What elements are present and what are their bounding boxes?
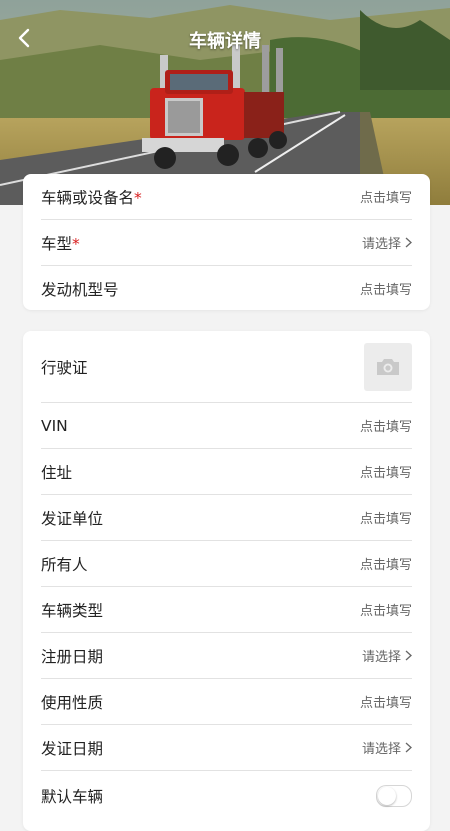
address-label: 住址 [41,463,73,482]
owner-input[interactable]: 点击填写 [360,554,412,573]
required-mark: * [72,234,80,253]
select-placeholder: 请选择 [361,237,401,252]
vehicle-type-row[interactable]: 车辆类型 点击填写 [41,587,412,633]
basic-info-card: 车辆或设备名* 点击填写 车型* 请选择 发动机型号 点击填写 [23,174,430,310]
default-vehicle-row: 默认车辆 [41,771,412,821]
required-mark: * [134,188,142,207]
vin-input[interactable]: 点击填写 [360,416,412,435]
address-input[interactable]: 点击填写 [360,462,412,481]
address-row[interactable]: 住址 点击填写 [41,449,412,495]
vehicle-name-label: 车辆或设备名* [41,186,142,208]
chevron-right-icon [405,650,412,661]
vin-label: VIN [41,416,68,435]
register-date-label: 注册日期 [41,647,104,666]
vin-row[interactable]: VIN 点击填写 [41,403,412,449]
select-placeholder: 请选择 [361,742,401,757]
default-vehicle-label: 默认车辆 [41,788,104,806]
select-placeholder: 请选择 [361,650,401,665]
page-title: 车辆详情 [189,31,261,52]
use-nature-input[interactable]: 点击填写 [360,692,412,711]
vehicle-name-input[interactable]: 点击填写 [360,187,412,206]
vehicle-type-label: 车辆类型 [41,601,104,620]
engine-model-row[interactable]: 发动机型号 点击填写 [41,266,412,311]
vehicle-model-label-text: 车型 [41,234,73,253]
camera-icon [377,358,399,375]
toggle-knob [378,787,396,805]
register-date-select[interactable]: 请选择 [362,646,412,665]
issuing-authority-label: 发证单位 [41,509,104,528]
default-vehicle-toggle[interactable] [376,785,412,807]
engine-model-label: 发动机型号 [41,280,119,299]
chevron-right-icon [405,742,412,753]
engine-model-input[interactable]: 点击填写 [360,279,412,298]
license-info-card: 行驶证 VIN 点击填写 住址 点击填写 发证单位 点击填写 所有人 点击填写 … [23,331,430,831]
vehicle-type-input[interactable]: 点击填写 [360,600,412,619]
use-nature-row[interactable]: 使用性质 点击填写 [41,679,412,725]
issue-date-select[interactable]: 请选择 [362,738,412,757]
driving-license-row: 行驶证 [41,331,412,403]
vehicle-model-label: 车型* [41,232,80,254]
issuing-authority-row[interactable]: 发证单位 点击填写 [41,495,412,541]
upload-photo-button[interactable] [364,342,412,391]
issue-date-label: 发证日期 [41,739,104,758]
vehicle-model-select[interactable]: 请选择 [362,233,412,252]
vehicle-name-row[interactable]: 车辆或设备名* 点击填写 [41,174,412,220]
issuing-authority-input[interactable]: 点击填写 [360,508,412,527]
chevron-right-icon [405,237,412,248]
issue-date-row[interactable]: 发证日期 请选择 [41,725,412,771]
vehicle-name-label-text: 车辆或设备名 [41,188,135,207]
driving-license-label: 行驶证 [41,358,88,377]
register-date-row[interactable]: 注册日期 请选择 [41,633,412,679]
vehicle-model-row[interactable]: 车型* 请选择 [41,220,412,266]
top-bar: 车辆详情 [0,0,450,76]
owner-row[interactable]: 所有人 点击填写 [41,541,412,587]
owner-label: 所有人 [41,555,88,574]
use-nature-label: 使用性质 [41,693,104,712]
